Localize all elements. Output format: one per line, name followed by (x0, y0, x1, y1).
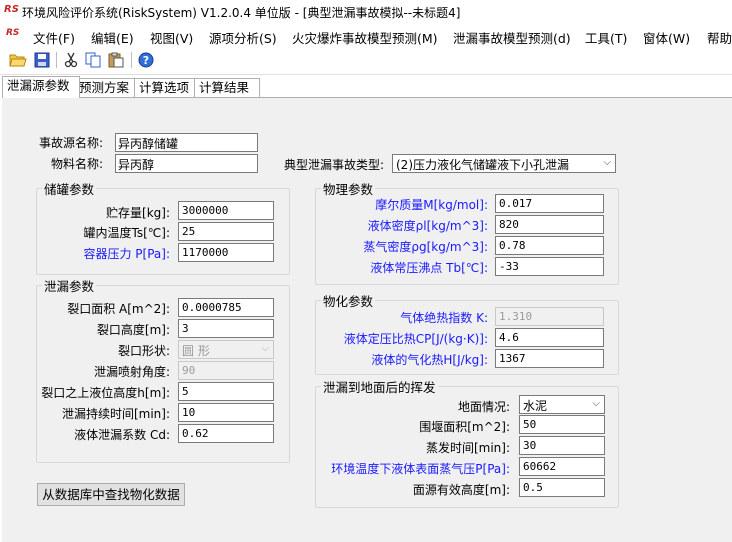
ground-type-label: 地面情况: (457, 400, 510, 414)
menu-view[interactable]: 视图(V) (150, 28, 193, 47)
tab-bar: 泄漏源参数 预测方案 计算选项 计算结果 (0, 76, 732, 98)
vapor-pressure-label: 环境温度下液体表面蒸气压P[Pa]: (331, 462, 510, 476)
ground-type-value: 水泥 (523, 399, 548, 413)
physchem-params-title: 物化参数 (321, 291, 376, 310)
hole-shape-label: 裂口形状: (117, 344, 170, 358)
source-name-input[interactable]: 异丙醇储罐 (115, 133, 258, 152)
leak-duration-input[interactable]: 10 (178, 403, 274, 422)
boiling-point-input[interactable]: -33 (495, 257, 604, 276)
leak-params-title: 泄漏参数 (42, 276, 97, 295)
liquid-height-label: 裂口之上液位高度h[m]: (41, 386, 170, 400)
menu-leak-prediction[interactable]: 泄漏事故模型预测(d) (453, 28, 571, 47)
pressure-label: 容器压力 P[Pa]: (83, 247, 170, 261)
liquid-height-input[interactable]: 5 (178, 382, 274, 401)
paste-icon[interactable] (107, 51, 125, 68)
molar-mass-label: 摩尔质量M[kg/mol]: (375, 198, 488, 212)
save-icon[interactable] (33, 51, 51, 68)
specific-heat-label: 液体定压比热CP[J/(kg·K)]: (343, 332, 488, 346)
area-source-height-input[interactable]: 0.5 (519, 478, 605, 497)
pressure-input[interactable]: 1170000 (178, 243, 274, 262)
evap-time-input[interactable]: 30 (519, 436, 605, 455)
vapor-density-label: 蒸气密度ρg[kg/m^3]: (363, 240, 488, 254)
toolbar-separator (131, 52, 132, 68)
hole-height-label: 裂口高度[m]: (96, 323, 170, 337)
liquid-density-label: 液体密度ρl[kg/m^3]: (367, 219, 488, 233)
menu-tools[interactable]: 工具(T) (585, 28, 627, 47)
menu-logo: RS (6, 28, 20, 38)
menu-help[interactable]: 帮助 (707, 28, 732, 47)
boiling-point-label: 液体常压沸点 Tb[℃]: (370, 261, 488, 275)
hole-area-input[interactable]: 0.0000785 (178, 298, 274, 317)
tab-prediction-plan[interactable]: 预测方案 (74, 78, 140, 97)
vaporization-heat-label: 液体的气化热H[J/kg]: (371, 353, 488, 367)
menu-bar: RS 文件(F) 编辑(E) 视图(V) 源项分析(S) 火灾爆炸事故模型预测(… (0, 24, 732, 46)
leak-type-label: 典型泄漏事故类型: (283, 158, 384, 172)
menu-fire-explosion[interactable]: 火灾爆炸事故模型预测(M) (292, 28, 438, 47)
evap-time-label: 蒸发时间[min]: (425, 441, 510, 455)
storage-label: 贮存量[kg]: (106, 206, 170, 220)
storage-input[interactable]: 3000000 (178, 201, 274, 220)
app-logo: RS (4, 4, 19, 15)
area-source-height-label: 面源有效高度[m]: (412, 483, 510, 497)
tank-params-title: 储罐参数 (42, 179, 97, 198)
vaporization-heat-input[interactable]: 1367 (495, 349, 604, 368)
menu-file[interactable]: 文件(F) (33, 28, 75, 47)
open-folder-icon[interactable] (9, 51, 27, 68)
leak-type-value: (2)压力液化气储罐液下小孔泄漏 (396, 158, 569, 172)
dike-area-input[interactable]: 50 (519, 415, 605, 434)
window-title: 环境风险评价系统(RiskSystem) V1.2.0.4 单位版 - [典型泄… (22, 6, 461, 20)
menu-edit[interactable]: 编辑(E) (91, 28, 134, 47)
hole-shape-value: 圆 形 (182, 344, 210, 358)
vapor-density-input[interactable]: 0.78 (495, 236, 604, 255)
menu-window[interactable]: 窗体(W) (643, 28, 690, 47)
chevron-down-icon: ⌵ (261, 343, 269, 354)
chevron-down-icon: ⌵ (592, 398, 600, 409)
hole-shape-select: 圆 形 ⌵ (178, 340, 274, 359)
ground-type-select[interactable]: 水泥 ⌵ (519, 395, 605, 414)
svg-text:?: ? (143, 54, 149, 67)
menu-source-analysis[interactable]: 源项分析(S) (209, 28, 277, 47)
material-name-label: 物料名称: (50, 157, 103, 171)
discharge-coef-label: 液体泄漏系数 Cd: (74, 428, 170, 442)
dike-area-label: 围堰面积[m^2]: (419, 420, 510, 434)
specific-heat-input[interactable]: 4.6 (495, 328, 604, 347)
help-icon[interactable]: ? (137, 51, 155, 68)
tab-leak-source[interactable]: 泄漏源参数 (2, 76, 80, 98)
material-name-input[interactable]: 异丙醇 (115, 154, 258, 173)
cut-icon[interactable] (62, 51, 80, 68)
leak-duration-label: 泄漏持续时间[min]: (61, 407, 170, 421)
toolbar-separator (56, 52, 57, 68)
molar-mass-input[interactable]: 0.017 (495, 194, 604, 213)
tab-calc-results[interactable]: 计算结果 (194, 78, 260, 97)
vapor-pressure-input[interactable]: 60662 (519, 457, 605, 476)
adiabatic-index-label: 气体绝热指数 K: (400, 311, 488, 325)
leak-source-panel: 事故源名称: 异丙醇储罐 物料名称: 异丙醇 典型泄漏事故类型: (2)压力液化… (2, 97, 732, 542)
tab-calc-options[interactable]: 计算选项 (134, 78, 200, 97)
source-name-label: 事故源名称: (39, 136, 104, 150)
jet-angle-input: 90 (178, 361, 274, 380)
hole-height-input[interactable]: 3 (178, 319, 274, 338)
hole-area-label: 裂口面积 A[m^2]: (67, 302, 170, 316)
tank-temp-input[interactable]: 25 (178, 222, 274, 241)
adiabatic-index-input: 1.310 (495, 307, 604, 326)
chevron-down-icon: ⌵ (603, 157, 611, 168)
jet-angle-label: 泄漏喷射角度: (93, 365, 170, 379)
discharge-coef-input[interactable]: 0.62 (178, 424, 274, 443)
evaporation-title: 泄漏到地面后的挥发 (321, 377, 438, 396)
tank-temp-label: 罐内温度Ts[℃]: (83, 226, 170, 240)
title-bar: RS 环境风险评价系统(RiskSystem) V1.2.0.4 单位版 - [… (0, 0, 732, 24)
lookup-db-button[interactable]: 从数据库中查找物化数据 (37, 483, 185, 506)
copy-icon[interactable] (84, 51, 102, 68)
leak-type-select[interactable]: (2)压力液化气储罐液下小孔泄漏 ⌵ (392, 154, 616, 173)
toolbar: ? (0, 46, 732, 75)
liquid-density-input[interactable]: 820 (495, 215, 604, 234)
